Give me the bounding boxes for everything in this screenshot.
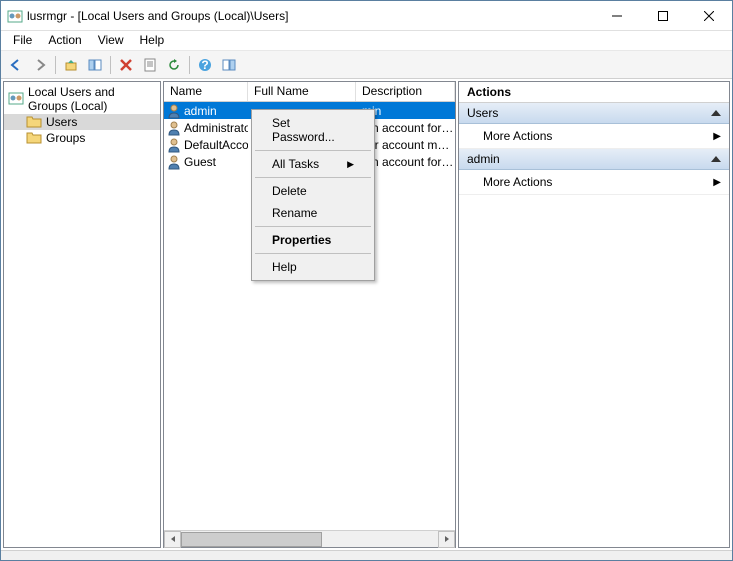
actions-title: Actions [459,82,729,103]
separator [255,226,371,227]
menu-file[interactable]: File [5,31,40,50]
list-header: Name Full Name Description [164,82,455,102]
actions-more-users[interactable]: More Actions ▶ [459,124,729,149]
user-icon [166,137,182,153]
help-button[interactable]: ? [194,54,216,76]
main-window: lusrmgr - [Local Users and Groups (Local… [0,0,733,561]
submenu-arrow-icon: ▶ [713,177,721,188]
list-body: admin min Administrator t-in account for… [164,102,455,530]
delete-button[interactable] [115,54,137,76]
column-name[interactable]: Name [164,82,248,101]
column-description[interactable]: Description [356,82,455,101]
show-actions-button[interactable] [218,54,240,76]
column-fullname[interactable]: Full Name [248,82,356,101]
window-title: lusrmgr - [Local Users and Groups (Local… [27,9,594,23]
horizontal-scrollbar[interactable] [164,530,455,547]
menubar: File Action View Help [1,31,732,51]
forward-button[interactable] [29,54,51,76]
folder-icon [26,115,42,129]
list-panel: Name Full Name Description admin min Adm… [163,81,456,548]
scroll-right-button[interactable] [438,531,455,548]
cell-name: Guest [184,155,216,169]
app-icon [7,8,23,24]
separator [255,253,371,254]
submenu-arrow-icon: ▶ [347,159,354,170]
actions-more-admin[interactable]: More Actions ▶ [459,170,729,195]
separator [110,56,111,74]
ctx-delete[interactable]: Delete [254,180,372,202]
close-button[interactable] [686,1,732,30]
show-hide-button[interactable] [84,54,106,76]
minimize-button[interactable] [594,1,640,30]
collapse-icon [711,156,721,162]
user-icon [166,154,182,170]
tree-panel: Local Users and Groups (Local) Users Gro… [3,81,161,548]
ctx-help[interactable]: Help [254,256,372,278]
content-area: Local Users and Groups (Local) Users Gro… [1,79,732,550]
separator [255,177,371,178]
user-icon [166,120,182,136]
refresh-button[interactable] [163,54,185,76]
collapse-icon [711,110,721,116]
separator [255,150,371,151]
cell-name: Administrator [184,121,248,135]
separator [55,56,56,74]
context-menu: Set Password... All Tasks▶ Delete Rename… [251,109,375,281]
menu-help[interactable]: Help [132,31,173,50]
back-button[interactable] [5,54,27,76]
cell-name: DefaultAcco... [184,138,248,152]
separator [189,56,190,74]
scroll-track[interactable] [181,531,438,548]
tree-item-users[interactable]: Users [4,114,160,130]
group-icon [8,90,24,109]
properties-button[interactable] [139,54,161,76]
folder-icon [26,131,42,145]
submenu-arrow-icon: ▶ [713,131,721,142]
up-button[interactable] [60,54,82,76]
titlebar: lusrmgr - [Local Users and Groups (Local… [1,1,732,31]
actions-panel: Actions Users More Actions ▶ admin More … [458,81,730,548]
ctx-properties[interactable]: Properties [254,229,372,251]
tree-root[interactable]: Local Users and Groups (Local) [4,84,160,114]
maximize-button[interactable] [640,1,686,30]
tree-item-label: Groups [46,131,85,145]
tree-item-groups[interactable]: Groups [4,130,160,146]
cell-name: admin [184,104,217,118]
ctx-set-password[interactable]: Set Password... [254,112,372,148]
svg-text:?: ? [201,58,208,72]
tree-root-label: Local Users and Groups (Local) [28,85,156,113]
menu-action[interactable]: Action [40,31,89,50]
user-icon [166,103,182,119]
scroll-thumb[interactable] [181,532,322,547]
actions-group-users[interactable]: Users [459,103,729,124]
ctx-all-tasks[interactable]: All Tasks▶ [254,153,372,175]
scroll-left-button[interactable] [164,531,181,548]
toolbar: ? [1,51,732,79]
window-controls [594,1,732,30]
statusbar [1,550,732,560]
menu-view[interactable]: View [90,31,132,50]
ctx-rename[interactable]: Rename [254,202,372,224]
tree-item-label: Users [46,115,77,129]
actions-group-admin[interactable]: admin [459,149,729,170]
